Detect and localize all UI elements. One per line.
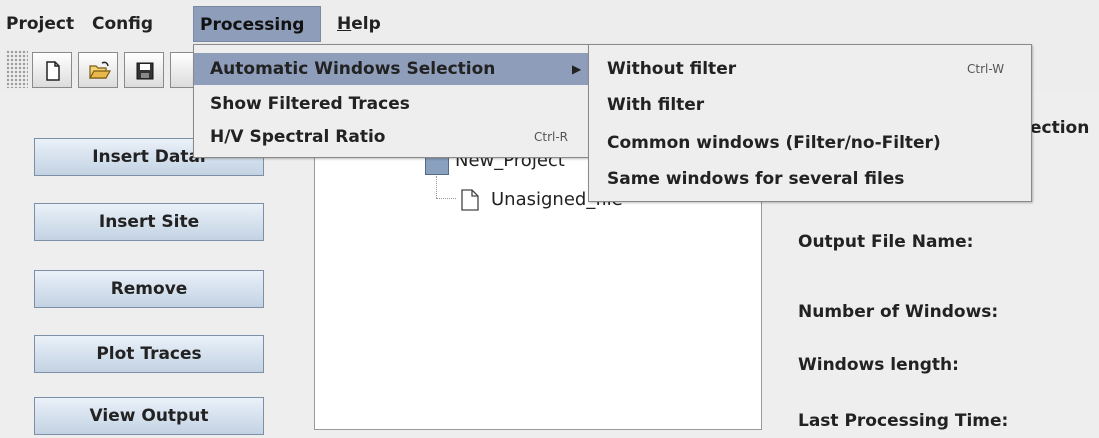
menu-help[interactable]: Help	[331, 6, 387, 42]
new-file-button[interactable]	[32, 52, 72, 88]
menu-item-hv-spectral[interactable]: H/V Spectral Ratio Ctrl-R	[194, 121, 588, 153]
save-icon	[136, 62, 154, 80]
toolbar-button-partial[interactable]	[170, 52, 194, 88]
submenu-arrow-icon: ▶	[572, 62, 582, 76]
submenu-item-common-windows[interactable]: Common windows (Filter/no-Filter)	[589, 127, 1031, 159]
automatic-windows-label: Automatic Windows Selection	[210, 59, 496, 79]
without-filter-label: Without filter	[607, 59, 737, 79]
remove-button[interactable]: Remove	[34, 270, 264, 308]
menu-item-automatic-windows[interactable]: Automatic Windows Selection ▶	[194, 53, 588, 85]
menu-help-rest: elp	[351, 14, 381, 34]
show-filtered-label: Show Filtered Traces	[210, 94, 410, 114]
menu-config[interactable]: Config	[86, 6, 159, 42]
file-icon	[459, 188, 481, 217]
menu-processing[interactable]: Processing	[193, 6, 321, 42]
submenu-item-with-filter[interactable]: With filter	[589, 89, 1031, 121]
with-filter-label: With filter	[607, 95, 705, 115]
hv-spectral-label: H/V Spectral Ratio	[210, 127, 386, 147]
hv-spectral-shortcut: Ctrl-R	[534, 130, 569, 144]
submenu-item-same-windows[interactable]: Same windows for several files	[589, 163, 1031, 195]
view-output-button[interactable]: View Output	[34, 397, 264, 435]
submenu-item-without-filter[interactable]: Without filter Ctrl-W	[589, 53, 1031, 85]
tree-connector-vertical	[436, 176, 438, 198]
insert-site-button[interactable]: Insert Site	[34, 203, 264, 241]
menu-help-mnemonic: H	[337, 14, 352, 34]
windows-length-label: Windows length:	[798, 355, 959, 375]
menu-bar: Project Config Processing Help	[0, 0, 1099, 44]
same-windows-label: Same windows for several files	[607, 169, 905, 189]
menu-project[interactable]: Project	[0, 6, 80, 42]
num-windows-label: Number of Windows:	[798, 302, 999, 322]
plot-traces-button[interactable]: Plot Traces	[34, 335, 264, 373]
without-filter-shortcut: Ctrl-W	[967, 62, 1005, 76]
save-button[interactable]	[124, 52, 164, 88]
automatic-windows-submenu: Without filter Ctrl-W With filter Common…	[588, 44, 1032, 202]
open-button[interactable]	[78, 52, 118, 88]
project-folder-icon	[425, 157, 449, 175]
section-title-fragment: ection	[1030, 118, 1090, 138]
toolbar-grip[interactable]	[6, 50, 28, 88]
processing-menu: Automatic Windows Selection ▶ Show Filte…	[193, 44, 589, 158]
new-file-icon	[46, 61, 60, 81]
menu-item-show-filtered[interactable]: Show Filtered Traces	[194, 88, 588, 120]
open-folder-icon	[88, 61, 112, 79]
output-file-label: Output File Name:	[798, 232, 974, 252]
last-processing-time-label: Last Processing Time:	[798, 411, 1009, 431]
tree-connector-horizontal	[436, 198, 456, 200]
common-windows-label: Common windows (Filter/no-Filter)	[607, 133, 941, 153]
